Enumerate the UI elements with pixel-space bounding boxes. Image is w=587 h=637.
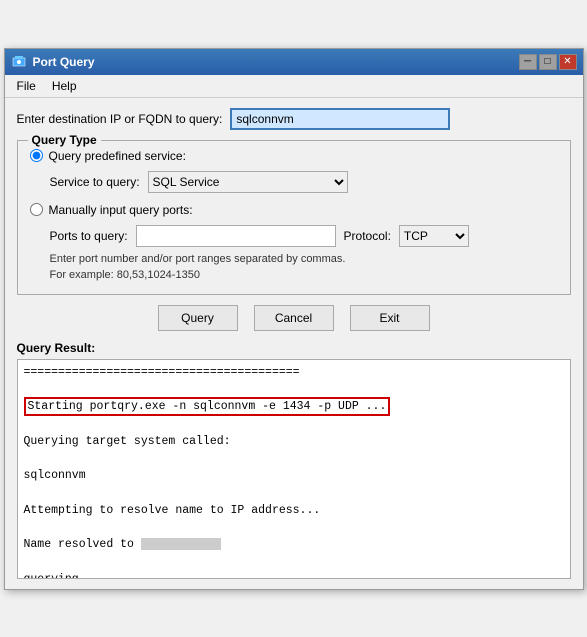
radio-predefined-row: Query predefined service: <box>30 149 558 163</box>
minimize-button[interactable]: ─ <box>519 54 537 70</box>
query-button[interactable]: Query <box>158 305 238 331</box>
result-line-3 <box>24 415 564 432</box>
hint-line2: For example: 80,53,1024-1350 <box>50 269 200 281</box>
hint-text: Enter port number and/or port ranges sep… <box>50 251 558 284</box>
result-line-10: Name resolved to <box>24 536 564 553</box>
result-line-1 <box>24 381 564 398</box>
protocol-select[interactable]: TCP UDP <box>399 225 469 247</box>
group-title: Query Type <box>28 133 101 147</box>
menu-help[interactable]: Help <box>44 77 85 95</box>
title-bar-left: Port Query <box>11 54 95 70</box>
maximize-button[interactable]: □ <box>539 54 557 70</box>
menubar: File Help <box>5 75 583 98</box>
result-line-7 <box>24 484 564 501</box>
ip-blur <box>141 538 221 550</box>
highlight-box-1: Starting portqry.exe -n sqlconnvm -e 143… <box>24 397 391 416</box>
ports-row: Ports to query: Protocol: TCP UDP <box>50 225 558 247</box>
result-line-9 <box>24 519 564 536</box>
close-button[interactable]: ✕ <box>559 54 577 70</box>
dest-input[interactable] <box>230 108 450 130</box>
exit-button[interactable]: Exit <box>350 305 430 331</box>
main-window: Port Query ─ □ ✕ File Help Enter destina… <box>4 48 584 590</box>
app-icon <box>11 54 27 70</box>
window-title: Port Query <box>33 55 95 69</box>
protocol-label: Protocol: <box>344 229 391 243</box>
menu-file[interactable]: File <box>9 77 44 95</box>
result-line-4: Querying target system called: <box>24 433 564 450</box>
result-line-5 <box>24 450 564 467</box>
button-row: Query Cancel Exit <box>17 305 571 331</box>
result-line-12: querying... <box>24 571 564 579</box>
dest-label: Enter destination IP or FQDN to query: <box>17 112 223 126</box>
service-row: Service to query: SQL Service <box>50 171 558 193</box>
ports-label: Ports to query: <box>50 229 128 243</box>
result-area[interactable]: ========================================… <box>17 359 571 579</box>
radio-predefined-label[interactable]: Query predefined service: <box>49 149 186 163</box>
radio-predefined[interactable] <box>30 149 43 162</box>
service-select[interactable]: SQL Service <box>148 171 348 193</box>
query-type-group: Query Type Query predefined service: Ser… <box>17 140 571 295</box>
main-content: Enter destination IP or FQDN to query: Q… <box>5 98 583 589</box>
hint-line1: Enter port number and/or port ranges sep… <box>50 253 346 265</box>
result-line-2: Starting portqry.exe -n sqlconnvm -e 143… <box>24 398 564 415</box>
result-label: Query Result: <box>17 341 571 355</box>
destination-row: Enter destination IP or FQDN to query: <box>17 108 571 130</box>
result-line-8: Attempting to resolve name to IP address… <box>24 502 564 519</box>
radio-manual[interactable] <box>30 203 43 216</box>
window-controls: ─ □ ✕ <box>519 54 577 70</box>
radio-manual-label[interactable]: Manually input query ports: <box>49 203 193 217</box>
title-bar: Port Query ─ □ ✕ <box>5 49 583 75</box>
cancel-button[interactable]: Cancel <box>254 305 334 331</box>
result-line-0: ======================================== <box>24 364 564 381</box>
radio-manual-row: Manually input query ports: <box>30 203 558 217</box>
ports-input[interactable] <box>136 225 336 247</box>
result-line-11 <box>24 553 564 570</box>
service-label: Service to query: <box>50 175 140 189</box>
result-line-6: sqlconnvm <box>24 467 564 484</box>
